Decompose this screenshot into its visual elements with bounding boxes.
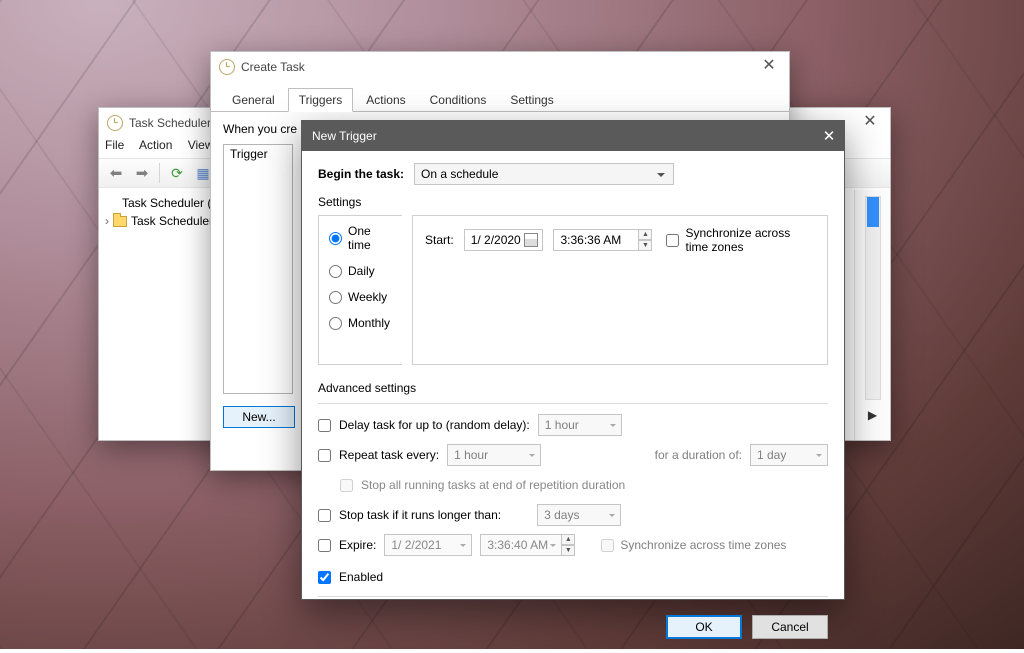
begin-task-select[interactable]: On a schedule <box>414 163 674 185</box>
frequency-group: One time Daily Weekly Monthly <box>318 215 402 365</box>
expire-checkbox[interactable] <box>318 539 331 552</box>
separator <box>318 403 828 404</box>
settings-label: Settings <box>318 195 828 209</box>
sync-tz-checkbox[interactable]: Synchronize across time zones <box>666 226 815 254</box>
stop-rep-label: Stop all running tasks at end of repetit… <box>361 478 625 492</box>
refresh-button[interactable]: ⟳ <box>166 162 188 184</box>
forward-button[interactable]: ➡ <box>131 162 153 184</box>
radio-onetime[interactable]: One time <box>329 224 394 252</box>
scrollbar[interactable] <box>865 196 881 400</box>
titlebar: Create Task ✕ <box>211 52 789 82</box>
dialog-body: Begin the task: On a schedule Settings O… <box>302 151 844 653</box>
expire-time-field[interactable]: 3:36:40 AM <box>480 534 562 556</box>
new-button[interactable]: New... <box>223 406 295 428</box>
dialog-footer: OK Cancel <box>318 607 828 639</box>
start-label: Start: <box>425 233 454 247</box>
repeat-checkbox[interactable] <box>318 449 331 462</box>
tab-general[interactable]: General <box>221 88 286 112</box>
clock-icon <box>107 115 123 131</box>
delay-checkbox[interactable] <box>318 419 331 432</box>
tab-strip: General Triggers Actions Conditions Sett… <box>211 82 789 112</box>
advanced-label: Advanced settings <box>318 381 828 395</box>
enabled-label: Enabled <box>339 570 383 584</box>
start-time-field[interactable]: 3:36:36 AM <box>553 229 639 251</box>
folder-icon <box>113 216 127 227</box>
close-icon[interactable]: ✕ <box>850 106 890 136</box>
tab-triggers[interactable]: Triggers <box>288 88 354 112</box>
trigger-list[interactable]: Trigger <box>223 144 293 394</box>
expire-sync-checkbox: Synchronize across time zones <box>601 538 786 552</box>
menu-file[interactable]: File <box>105 138 124 152</box>
dialog-title: New Trigger <box>312 129 377 143</box>
begin-label: Begin the task: <box>318 167 404 181</box>
start-date-field[interactable]: 1/ 2/2020 <box>464 229 544 251</box>
menu-action[interactable]: Action <box>139 138 172 152</box>
calendar-icon[interactable] <box>524 233 538 247</box>
repeat-label: Repeat task every: <box>339 448 439 462</box>
actions-pane: ▶ <box>854 190 890 440</box>
radio-monthly[interactable]: Monthly <box>329 316 394 330</box>
time-spinner[interactable]: ▲▼ <box>638 229 652 251</box>
expire-date-field[interactable]: 1/ 2/2021 <box>384 534 472 556</box>
stop-long-label: Stop task if it runs longer than: <box>339 508 501 522</box>
back-button[interactable]: ⬅ <box>105 162 127 184</box>
new-trigger-dialog: New Trigger ✕ Begin the task: On a sched… <box>301 120 845 600</box>
list-header: Trigger <box>230 147 268 161</box>
duration-label: for a duration of: <box>655 448 742 462</box>
delay-label: Delay task for up to (random delay): <box>339 418 530 432</box>
cancel-button[interactable]: Cancel <box>752 615 828 639</box>
stop-rep-checkbox <box>340 479 353 492</box>
ok-button[interactable]: OK <box>666 615 742 639</box>
scheduler-title: Task Scheduler <box>129 116 211 130</box>
clock-icon <box>219 59 235 75</box>
close-icon[interactable]: ✕ <box>814 121 844 151</box>
enabled-checkbox[interactable] <box>318 571 331 584</box>
duration-value-select[interactable]: 1 day <box>750 444 828 466</box>
tab-settings[interactable]: Settings <box>499 88 564 112</box>
schedule-area: One time Daily Weekly Monthly Start: 1/ … <box>318 215 828 365</box>
stop-long-checkbox[interactable] <box>318 509 331 522</box>
dialog-titlebar: New Trigger ✕ <box>302 121 844 151</box>
expire-label: Expire: <box>339 538 376 552</box>
tab-actions[interactable]: Actions <box>355 88 416 112</box>
separator <box>318 596 828 597</box>
close-icon[interactable]: ✕ <box>749 50 789 80</box>
create-task-title: Create Task <box>241 60 305 74</box>
radio-weekly[interactable]: Weekly <box>329 290 394 304</box>
repeat-value-select[interactable]: 1 hour <box>447 444 541 466</box>
stop-long-select[interactable]: 3 days <box>537 504 621 526</box>
tab-conditions[interactable]: Conditions <box>419 88 498 112</box>
delay-value-select[interactable]: 1 hour <box>538 414 622 436</box>
clock-icon <box>105 197 118 210</box>
expire-spinner[interactable]: ▲▼ <box>561 534 575 556</box>
radio-daily[interactable]: Daily <box>329 264 394 278</box>
expand-icon[interactable]: ▶ <box>868 408 877 422</box>
start-group: Start: 1/ 2/2020 3:36:36 AM ▲▼ Synchroni… <box>412 215 828 365</box>
